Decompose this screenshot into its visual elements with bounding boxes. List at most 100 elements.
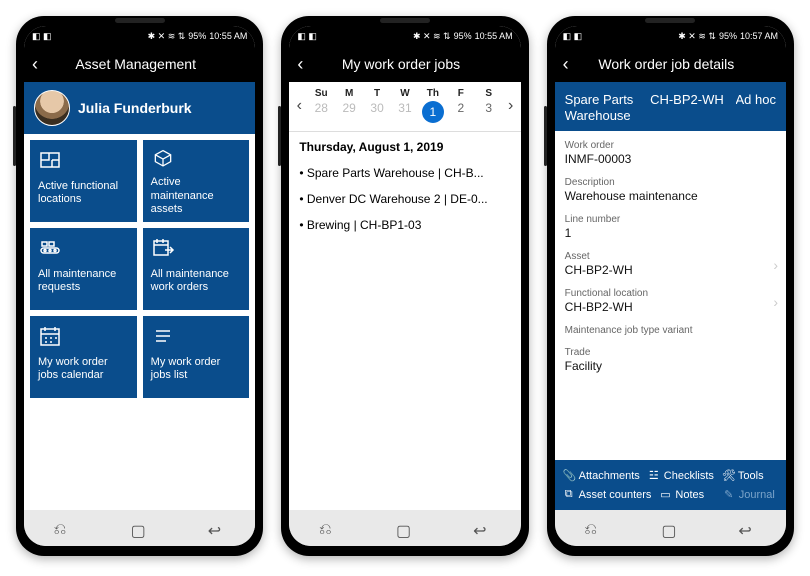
field-label: Description: [565, 177, 776, 188]
field-label: Maintenance job type variant: [565, 325, 776, 336]
calendar-day[interactable]: 29: [342, 97, 355, 119]
field-trade: Trade Facility: [555, 342, 786, 379]
recents-button[interactable]: ⎌: [584, 521, 602, 535]
calendar-day[interactable]: 3: [485, 97, 492, 119]
detail-name-text: Spare Parts Warehouse: [565, 92, 650, 123]
status-signal-icons: ✱ ✕ ≋ ⇅: [148, 31, 186, 42]
tile-label: My work order jobs calendar: [38, 356, 129, 382]
paperclip-icon: 📎: [563, 469, 575, 482]
field-work-order: Work order INMF-00003: [555, 135, 786, 172]
back-nav-button[interactable]: ↩: [473, 521, 491, 535]
field-value: 1: [565, 225, 776, 240]
calendar-day-selected[interactable]: 1: [422, 101, 444, 123]
calendar-day[interactable]: 28: [315, 97, 328, 119]
action-label: Asset counters: [579, 489, 652, 501]
list-item[interactable]: Spare Parts Warehouse | CH-B...: [299, 160, 510, 186]
box-icon: [151, 148, 175, 168]
back-nav-button[interactable]: ↩: [738, 521, 756, 535]
back-nav-button[interactable]: ↩: [208, 521, 226, 535]
page-title: Work order job details: [555, 56, 778, 72]
calendar-day[interactable]: 31: [398, 97, 411, 119]
recents-button[interactable]: ⎌: [54, 521, 72, 535]
conveyor-icon: [38, 236, 62, 260]
list-item[interactable]: Denver DC Warehouse 2 | DE-0...: [299, 186, 510, 212]
field-value: CH-BP2-WH: [565, 262, 776, 277]
tile-my-work-order-jobs-list[interactable]: My work order jobs list: [143, 316, 250, 398]
page-title: Asset Management: [24, 56, 247, 72]
home-button[interactable]: ▢: [131, 521, 149, 535]
android-nav-bar: ⎌ ▢ ↩: [555, 510, 786, 546]
checklist-icon: ☳: [648, 469, 660, 482]
field-asset[interactable]: Asset CH-BP2-WH ›: [555, 246, 786, 283]
field-value: Warehouse maintenance: [565, 188, 776, 203]
calendar-icon: [38, 324, 62, 348]
status-time: 10:57 AM: [740, 31, 778, 41]
status-left-icons: ◧ ◧: [297, 31, 317, 42]
calendar-prev-button[interactable]: ‹: [291, 97, 307, 115]
action-asset-counters[interactable]: ⧉ Asset counters: [559, 485, 656, 504]
detail-type: Ad hoc: [736, 92, 776, 123]
status-bar: ◧ ◧ ✱ ✕ ≋ ⇅ 95% 10:55 AM: [289, 26, 520, 46]
chevron-right-icon: ›: [773, 294, 778, 310]
detail-name: Spare Parts Warehouse: [565, 92, 650, 123]
tile-active-functional-locations[interactable]: Active functional locations: [30, 140, 137, 222]
detail-fields: Work order INMF-00003 Description Wareho…: [555, 131, 786, 460]
android-nav-bar: ⎌ ▢ ↩: [24, 510, 255, 546]
field-value: Facility: [565, 358, 776, 373]
status-bar: ◧ ◧ ✱ ✕ ≋ ⇅ 95% 10:57 AM: [555, 26, 786, 46]
status-battery: 95%: [454, 31, 472, 41]
action-attachments[interactable]: 📎 Attachments: [559, 466, 644, 485]
screen: ◧ ◧ ✱ ✕ ≋ ⇅ 95% 10:55 AM ‹ Asset Managem…: [24, 26, 255, 546]
user-header[interactable]: Julia Funderburk: [24, 82, 255, 134]
calendar-day[interactable]: 2: [457, 97, 464, 119]
field-mjtv: Maintenance job type variant: [555, 320, 786, 342]
action-label: Notes: [675, 489, 704, 501]
dow: Th: [419, 88, 447, 101]
divider: [289, 131, 520, 132]
tile-label: All maintenance work orders: [151, 268, 242, 294]
home-button[interactable]: ▢: [396, 521, 414, 535]
action-checklists[interactable]: ☳ Checklists: [644, 466, 718, 485]
avatar: [34, 90, 70, 126]
action-journal[interactable]: ✎ Journal: [719, 485, 782, 504]
list-item[interactable]: Brewing | CH-BP1-03: [299, 212, 510, 238]
action-label: Journal: [739, 489, 775, 501]
action-notes[interactable]: ▭ Notes: [655, 485, 718, 504]
action-tools[interactable]: 🛠 Tools: [718, 466, 782, 485]
calendar-next-button[interactable]: ›: [503, 97, 519, 115]
tile-all-maintenance-requests[interactable]: All maintenance requests: [30, 228, 137, 310]
chevron-right-icon: ›: [773, 257, 778, 273]
field-description: Description Warehouse maintenance: [555, 172, 786, 209]
tile-grid: Active functional locations Active maint…: [24, 134, 255, 404]
calendar-days: Su M T W Th F S 28 29 30 31 1 2 3: [307, 88, 502, 123]
app-bar: ‹ Asset Management: [24, 46, 255, 82]
tile-all-maintenance-work-orders[interactable]: All maintenance work orders: [143, 228, 250, 310]
calendar-date-label: Thursday, August 1, 2019: [289, 138, 520, 160]
tile-label: My work order jobs list: [151, 356, 242, 382]
screen: ◧ ◧ ✱ ✕ ≋ ⇅ 95% 10:55 AM ‹ My work order…: [289, 26, 520, 546]
user-name: Julia Funderburk: [78, 100, 192, 116]
counter-icon: ⧉: [563, 488, 575, 501]
field-label: Functional location: [565, 288, 776, 299]
action-bar: 📎 Attachments ☳ Checklists 🛠 Tools ⧉: [555, 460, 786, 510]
pencil-icon: ✎: [723, 488, 735, 501]
field-label: Trade: [565, 347, 776, 358]
recents-button[interactable]: ⎌: [319, 521, 337, 535]
field-functional-location[interactable]: Functional location CH-BP2-WH ›: [555, 283, 786, 320]
status-bar: ◧ ◧ ✱ ✕ ≋ ⇅ 95% 10:55 AM: [24, 26, 255, 46]
home-button[interactable]: ▢: [661, 521, 679, 535]
tile-active-maintenance-assets[interactable]: Active maintenance assets: [143, 140, 250, 222]
screen: ◧ ◧ ✱ ✕ ≋ ⇅ 95% 10:57 AM ‹ Work order jo…: [555, 26, 786, 546]
action-label: Tools: [738, 470, 764, 482]
action-label: Checklists: [664, 470, 714, 482]
field-label: Work order: [565, 140, 776, 151]
phone-asset-mgmt: ◧ ◧ ✱ ✕ ≋ ⇅ 95% 10:55 AM ‹ Asset Managem…: [16, 16, 263, 556]
notes-icon: ▭: [659, 488, 671, 501]
tile-my-work-order-jobs-calendar[interactable]: My work order jobs calendar: [30, 316, 137, 398]
field-label: Asset: [565, 251, 776, 262]
tile-label: Active maintenance assets: [151, 176, 242, 216]
calendar-week: ‹ Su M T W Th F S 28 29 30 31 1 2 3: [289, 82, 520, 127]
calendar-day[interactable]: 30: [370, 97, 383, 119]
app-bar: ‹ My work order jobs: [289, 46, 520, 82]
phone-work-order-details: ◧ ◧ ✱ ✕ ≋ ⇅ 95% 10:57 AM ‹ Work order jo…: [547, 16, 794, 556]
